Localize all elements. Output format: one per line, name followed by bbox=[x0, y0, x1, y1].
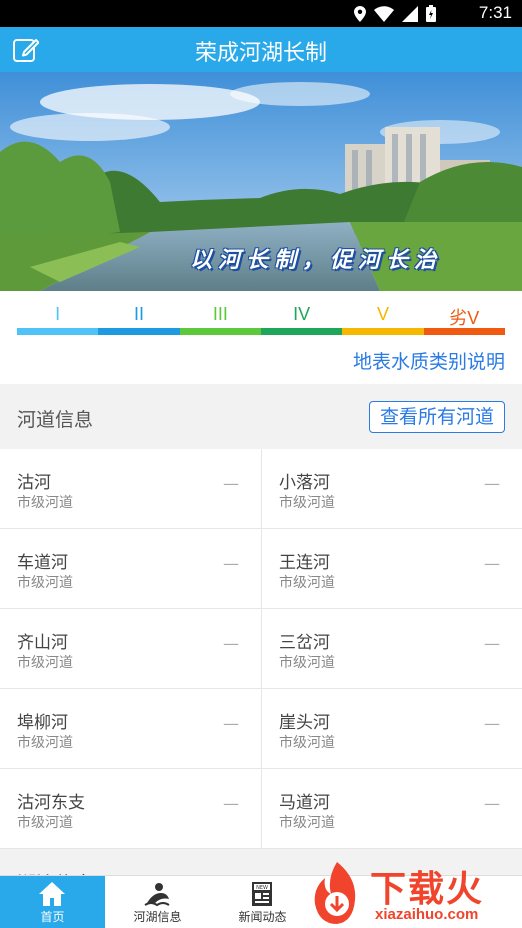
river-name: 埠柳河 bbox=[17, 713, 68, 733]
river-type: 市级河道 bbox=[17, 735, 73, 751]
quality-class-label: V bbox=[376, 304, 389, 324]
river-status: — bbox=[484, 714, 500, 733]
river-card[interactable]: 崖头河 市级河道 — bbox=[261, 689, 522, 768]
quality-color-bar bbox=[17, 328, 505, 335]
section-title: 河道信息 bbox=[17, 409, 94, 431]
quality-class-label: IV bbox=[293, 304, 311, 324]
quality-class-label: 劣V bbox=[449, 308, 480, 328]
tab-home[interactable]: 首页 bbox=[0, 876, 105, 928]
river-status: — bbox=[484, 554, 500, 573]
river-type: 市级河道 bbox=[279, 655, 335, 671]
status-bar: 7:31 bbox=[0, 0, 522, 27]
quality-class-label: I bbox=[55, 304, 61, 324]
river-row: 齐山河 市级河道 — 三岔河 市级河道 — bbox=[0, 609, 522, 689]
quality-class-label: III bbox=[212, 304, 228, 324]
river-status: — bbox=[223, 554, 239, 573]
river-card[interactable]: 王连河 市级河道 — bbox=[261, 529, 522, 608]
river-name: 马道河 bbox=[279, 793, 330, 813]
news-icon: NEW bbox=[252, 882, 272, 906]
river-name: 小落河 bbox=[279, 473, 330, 493]
river-type: 市级河道 bbox=[279, 815, 335, 831]
flame-logo-icon bbox=[314, 862, 356, 924]
river-card[interactable]: 车道河 市级河道 — bbox=[0, 529, 261, 608]
river-card[interactable]: 小落河 市级河道 — bbox=[261, 449, 522, 528]
status-time: 7:31 bbox=[478, 3, 512, 22]
river-name: 崖头河 bbox=[279, 713, 330, 733]
river-row: 沽河 市级河道 — 小落河 市级河道 — bbox=[0, 449, 522, 529]
river-card[interactable]: 沽河东支 市级河道 — bbox=[0, 769, 261, 848]
quality-bar-segment bbox=[179, 328, 261, 335]
quality-explanation-link[interactable]: 地表水质类别说明 bbox=[353, 347, 505, 374]
river-name: 车道河 bbox=[17, 553, 68, 573]
river-card[interactable]: 齐山河 市级河道 — bbox=[0, 609, 261, 688]
river-section-header: 河道信息 查看所有河道 bbox=[0, 384, 522, 449]
tab-news[interactable]: NEW 新闻动态 bbox=[210, 876, 315, 928]
river-row: 沽河东支 市级河道 — 马道河 市级河道 — bbox=[0, 769, 522, 849]
quality-class-labels: I II III IV V 劣V bbox=[17, 304, 505, 330]
home-icon bbox=[39, 882, 65, 906]
status-icons bbox=[354, 5, 436, 22]
river-status: — bbox=[484, 634, 500, 653]
river-type: 市级河道 bbox=[17, 815, 73, 831]
river-grid: 沽河 市级河道 — 小落河 市级河道 — 车道河 市级河道 — 王连河 市级河道… bbox=[0, 449, 522, 849]
river-icon bbox=[144, 883, 170, 907]
river-card[interactable]: 沽河 市级河道 — bbox=[0, 449, 261, 528]
river-type: 市级河道 bbox=[279, 495, 335, 511]
water-quality-legend: I II III IV V 劣V 地表水质类别说明 bbox=[0, 291, 522, 384]
river-status: — bbox=[223, 634, 239, 653]
river-card[interactable]: 三岔河 市级河道 — bbox=[261, 609, 522, 688]
river-card[interactable]: 埠柳河 市级河道 — bbox=[0, 689, 261, 768]
svg-text:NEW: NEW bbox=[256, 885, 268, 891]
river-name: 沽河东支 bbox=[17, 793, 85, 813]
river-name: 齐山河 bbox=[17, 633, 68, 653]
quality-bar-segment bbox=[17, 328, 99, 335]
battery-icon bbox=[426, 5, 436, 22]
tab-label: 新闻动态 bbox=[238, 910, 287, 924]
wifi-icon bbox=[374, 5, 394, 22]
river-name: 三岔河 bbox=[279, 633, 330, 653]
quality-bar-segment bbox=[342, 328, 424, 335]
river-row: 埠柳河 市级河道 — 崖头河 市级河道 — bbox=[0, 689, 522, 769]
river-name: 沽河 bbox=[17, 473, 51, 493]
river-type: 市级河道 bbox=[279, 575, 335, 591]
tab-label: 河湖信息 bbox=[133, 910, 182, 924]
river-status: — bbox=[223, 714, 239, 733]
watermark-url: xiazaihuo.com bbox=[375, 906, 479, 923]
river-type: 市级河道 bbox=[279, 735, 335, 751]
river-status: — bbox=[484, 794, 500, 813]
quality-class-label: II bbox=[133, 304, 144, 324]
river-card[interactable]: 马道河 市级河道 — bbox=[261, 769, 522, 848]
river-row: 车道河 市级河道 — 王连河 市级河道 — bbox=[0, 529, 522, 609]
location-icon bbox=[354, 5, 366, 22]
view-all-rivers-button[interactable]: 查看所有河道 bbox=[368, 401, 505, 433]
river-status: — bbox=[223, 794, 239, 813]
river-type: 市级河道 bbox=[17, 495, 73, 511]
banner-slogan: 以河长制，促河长治 bbox=[190, 247, 443, 273]
watermark-logo: 下载火 xiazaihuo.com bbox=[305, 858, 522, 928]
quality-bar-segment bbox=[260, 328, 343, 335]
tab-river-info[interactable]: 河湖信息 bbox=[105, 876, 210, 928]
watermark-brand: 下载火 bbox=[370, 869, 485, 910]
quality-bar-segment bbox=[423, 328, 505, 335]
tab-label: 首页 bbox=[40, 910, 65, 924]
page-title: 荣成河湖长制 bbox=[194, 41, 327, 66]
river-status: — bbox=[223, 474, 239, 493]
signal-icon bbox=[402, 5, 418, 22]
river-type: 市级河道 bbox=[17, 575, 73, 591]
banner-image: 以河长制，促河长治 bbox=[0, 72, 522, 291]
river-type: 市级河道 bbox=[17, 655, 73, 671]
app-bar: 荣成河湖长制 bbox=[0, 27, 522, 72]
river-name: 王连河 bbox=[279, 553, 330, 573]
river-status: — bbox=[484, 474, 500, 493]
quality-bar-segment bbox=[98, 328, 180, 335]
